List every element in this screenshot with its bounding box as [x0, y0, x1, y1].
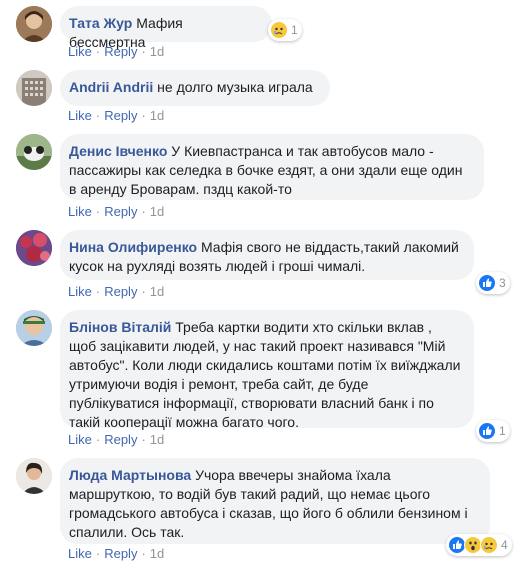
avatar[interactable]	[16, 6, 52, 42]
comment-author[interactable]: Нина Олифиренко	[69, 239, 197, 255]
avatar[interactable]	[16, 70, 52, 106]
comment-text: не долго музыка играла	[157, 79, 313, 95]
reply-link[interactable]: Reply	[104, 108, 137, 123]
reaction-count: 3	[499, 276, 506, 290]
reply-link[interactable]: Reply	[104, 44, 137, 59]
separator: ·	[141, 546, 146, 561]
reply-link[interactable]: Reply	[104, 432, 137, 447]
comment-author[interactable]: Блінов Віталій	[69, 319, 171, 335]
comment-actions: Like · Reply · 1d	[68, 108, 164, 124]
like-link[interactable]: Like	[68, 546, 92, 561]
reaction-summary[interactable]: 1	[268, 19, 302, 41]
comment-author[interactable]: Люда Мартынова	[69, 467, 191, 483]
comment-author[interactable]: Andrii Andrii	[69, 79, 153, 95]
timestamp[interactable]: 1d	[150, 204, 164, 219]
separator: ·	[95, 204, 101, 219]
comment-bubble: Денис Івченко У Киевпастранса и так авто…	[60, 134, 484, 200]
comment-author[interactable]: Тата Жур	[69, 15, 132, 31]
comment-bubble: Люда Мартынова Учора ввечеры знайома їха…	[60, 458, 490, 544]
separator: ·	[141, 204, 146, 219]
avatar[interactable]	[16, 134, 52, 170]
like-link[interactable]: Like	[68, 204, 92, 219]
like-icon	[478, 274, 496, 292]
like-link[interactable]: Like	[68, 284, 92, 299]
timestamp[interactable]: 1d	[150, 284, 164, 299]
timestamp[interactable]: 1d	[150, 44, 164, 59]
separator: ·	[95, 44, 101, 59]
sad-icon	[270, 21, 288, 39]
comment-actions: Like · Reply · 1d	[68, 284, 164, 300]
separator: ·	[141, 108, 146, 123]
reaction-count: 1	[291, 23, 298, 37]
comment-bubble: Andrii Andrii не долго музыка играла	[60, 70, 330, 106]
comment-bubble: Тата Жур Мафия бессмертна	[60, 6, 272, 50]
separator: ·	[95, 432, 101, 447]
comment-author[interactable]: Денис Івченко	[69, 143, 167, 159]
timestamp[interactable]: 1d	[150, 546, 164, 561]
like-link[interactable]: Like	[68, 44, 92, 59]
reaction-count: 4	[501, 538, 508, 552]
separator: ·	[95, 284, 101, 299]
separator: ·	[141, 284, 146, 299]
reaction-summary[interactable]: 3	[476, 272, 510, 294]
comment-bubble: Блінов Віталій Треба картки водити хто с…	[60, 310, 474, 430]
comment-actions: Like · Reply · 1d	[68, 432, 164, 448]
timestamp[interactable]: 1d	[150, 108, 164, 123]
like-link[interactable]: Like	[68, 108, 92, 123]
reaction-summary[interactable]: 4	[446, 534, 512, 556]
separator: ·	[95, 546, 101, 561]
avatar[interactable]	[16, 230, 52, 266]
sad-icon	[480, 536, 498, 554]
separator: ·	[141, 44, 146, 59]
like-icon	[478, 422, 496, 440]
separator: ·	[95, 108, 101, 123]
reaction-count: 1	[499, 424, 506, 438]
reply-link[interactable]: Reply	[104, 204, 137, 219]
reply-link[interactable]: Reply	[104, 546, 137, 561]
avatar[interactable]	[16, 458, 52, 494]
like-link[interactable]: Like	[68, 432, 92, 447]
timestamp[interactable]: 1d	[150, 432, 164, 447]
avatar[interactable]	[16, 310, 52, 346]
reaction-summary[interactable]: 1	[476, 420, 510, 442]
comment-actions: Like · Reply · 1d	[68, 546, 164, 562]
comment-actions: Like · Reply · 1d	[68, 204, 164, 220]
separator: ·	[141, 432, 146, 447]
reply-link[interactable]: Reply	[104, 284, 137, 299]
comment-actions: Like · Reply · 1d	[68, 44, 164, 60]
comment-text: Треба картки водити хто скільки вклав , …	[69, 319, 461, 430]
comment-bubble: Нина Олифиренко Мафія свого не віддасть,…	[60, 230, 474, 280]
